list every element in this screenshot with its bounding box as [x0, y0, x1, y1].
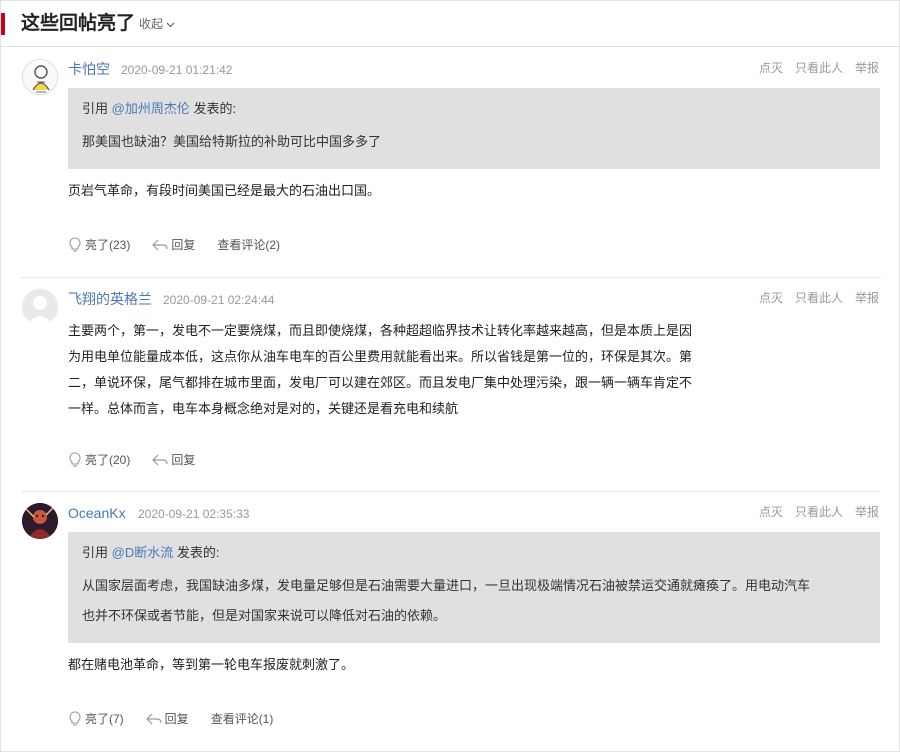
reply-button[interactable]: 回复: [145, 710, 189, 728]
hide-button[interactable]: 点灭: [759, 59, 783, 77]
hide-button[interactable]: 点灭: [759, 289, 783, 307]
view-comments-button[interactable]: 查看评论(2): [217, 236, 280, 254]
reply-label: 回复: [171, 453, 196, 467]
quote-line: 从国家层面考虑，我国缺油多煤，发电量足够但是石油需要大量进口，一旦出现极端情况石…: [82, 578, 811, 593]
reply-body-line: 一样。总体而言，电车本身概念绝对是对的，关键还是看充电和续航: [68, 401, 459, 416]
like-count: 亮了(7): [85, 712, 124, 726]
reply-top-actions: 点灭 只看此人 举报: [759, 289, 879, 307]
reply-body: 都在赌电池革命，等到第一轮电车报废就刺激了。: [68, 657, 355, 672]
hot-replies-panel: 这些回帖亮了 收起 卡怕空 2020-09-21 01:21:42 点灭 只看此…: [0, 0, 900, 752]
username[interactable]: 卡怕空: [68, 60, 110, 78]
reply-item: OceanKx 2020-09-21 02:35:33 点灭 只看此人 举报 引…: [1, 492, 899, 751]
quoted-user-link[interactable]: @加州周杰伦: [112, 101, 190, 116]
reply-arrow-icon: [152, 239, 168, 251]
quote-suffix: 发表的:: [193, 101, 237, 116]
reply-actions: 亮了(23) 回复 查看评论(2): [68, 236, 302, 254]
collapse-button[interactable]: 收起: [139, 16, 175, 32]
reply-button[interactable]: 回复: [152, 236, 195, 254]
quote-text: 那美国也缺油？美国给特斯拉的补助可比中国多多了: [82, 134, 382, 149]
reply-body: 主要两个，第一，发电不一定要烧煤，而且即使烧煤，各种超超临界技术让转化率越来越高…: [68, 318, 748, 422]
only-this-user-button[interactable]: 只看此人: [795, 503, 843, 521]
reply-label: 回复: [171, 238, 196, 252]
quote-box: 引用 @加州周杰伦 发表的: 那美国也缺油？美国给特斯拉的补助可比中国多多了: [68, 88, 880, 169]
view-comments-label: 查看评论(1): [210, 712, 274, 726]
quote-text: 从国家层面考虑，我国缺油多煤，发电量足够但是石油需要大量进口，一旦出现极端情况石…: [82, 571, 872, 631]
view-comments-button[interactable]: 查看评论(1): [211, 710, 274, 728]
reply-top-actions: 点灭 只看此人 举报: [759, 59, 879, 77]
hide-button[interactable]: 点灭: [759, 503, 783, 521]
header-accent-bar: [1, 13, 5, 35]
timestamp: 2020-09-21 02:24:44: [163, 293, 275, 307]
like-count: 亮了(20): [85, 453, 131, 467]
reply-top-actions: 点灭 只看此人 举报: [759, 503, 879, 521]
only-this-user-button[interactable]: 只看此人: [795, 289, 843, 307]
lightbulb-icon: [69, 711, 81, 726]
like-button[interactable]: 亮了(23): [68, 236, 130, 254]
timestamp: 2020-09-21 02:35:33: [138, 507, 250, 521]
section-header: 这些回帖亮了 收起: [1, 1, 899, 47]
quote-suffix: 发表的:: [176, 545, 220, 560]
reply-arrow-icon: [152, 454, 168, 466]
quote-line: 也并不环保或者节能，但是对国家来说可以降低对石油的依赖。: [82, 608, 447, 623]
report-button[interactable]: 举报: [855, 289, 879, 307]
reply-body-line: 主要两个，第一，发电不一定要烧煤，而且即使烧煤，各种超超临界技术让转化率越来越高…: [68, 323, 693, 338]
quote-prefix: 引用: [82, 545, 109, 560]
reply-body-line: 为用电单位能量成本低，这点你从油车电车的百公里费用就能看出来。所以省钱是第一位的…: [68, 349, 693, 364]
timestamp: 2020-09-21 01:21:42: [121, 63, 233, 77]
reply-actions: 亮了(7) 回复 查看评论(1): [68, 710, 295, 728]
lightbulb-icon: [69, 452, 81, 467]
reply-body: 页岩气革命，有段时间美国已经是最大的石油出口国。: [68, 183, 381, 198]
reply-body-line: 二，单说环保，尾气都排在城市里面，发电厂可以建在郊区。而且发电厂集中处理污染，跟…: [68, 375, 693, 390]
like-button[interactable]: 亮了(7): [68, 710, 124, 728]
avatar[interactable]: [22, 59, 58, 95]
like-button[interactable]: 亮了(20): [68, 451, 130, 469]
quote-box: 引用 @D断水流 发表的: 从国家层面考虑，我国缺油多煤，发电量足够但是石油需要…: [68, 532, 880, 643]
section-title: 这些回帖亮了: [21, 13, 136, 34]
view-comments-label: 查看评论(2): [217, 238, 281, 252]
reply-item: 飞翔的英格兰 2020-09-21 02:24:44 点灭 只看此人 举报 主要…: [1, 278, 899, 491]
reply-label: 回复: [164, 712, 189, 726]
username[interactable]: 飞翔的英格兰: [68, 290, 152, 308]
lightbulb-icon: [69, 237, 81, 252]
username[interactable]: OceanKx: [68, 504, 126, 522]
reply-arrow-icon: [145, 713, 162, 725]
reply-button[interactable]: 回复: [152, 451, 195, 469]
reply-item: 卡怕空 2020-09-21 01:21:42 点灭 只看此人 举报 引用 @加…: [1, 48, 899, 277]
quoted-user-link[interactable]: @D断水流: [112, 545, 174, 560]
only-this-user-button[interactable]: 只看此人: [795, 59, 843, 77]
avatar[interactable]: [22, 503, 58, 539]
quote-prefix: 引用: [82, 101, 109, 116]
quote-header: 引用 @加州周杰伦 发表的:: [82, 100, 236, 118]
report-button[interactable]: 举报: [855, 503, 879, 521]
collapse-label: 收起: [139, 17, 164, 31]
avatar[interactable]: [22, 289, 58, 325]
chevron-down-icon: [166, 16, 175, 32]
reply-actions: 亮了(20) 回复: [68, 451, 217, 469]
report-button[interactable]: 举报: [855, 59, 879, 77]
like-count: 亮了(23): [85, 238, 131, 252]
quote-header: 引用 @D断水流 发表的:: [82, 544, 219, 562]
